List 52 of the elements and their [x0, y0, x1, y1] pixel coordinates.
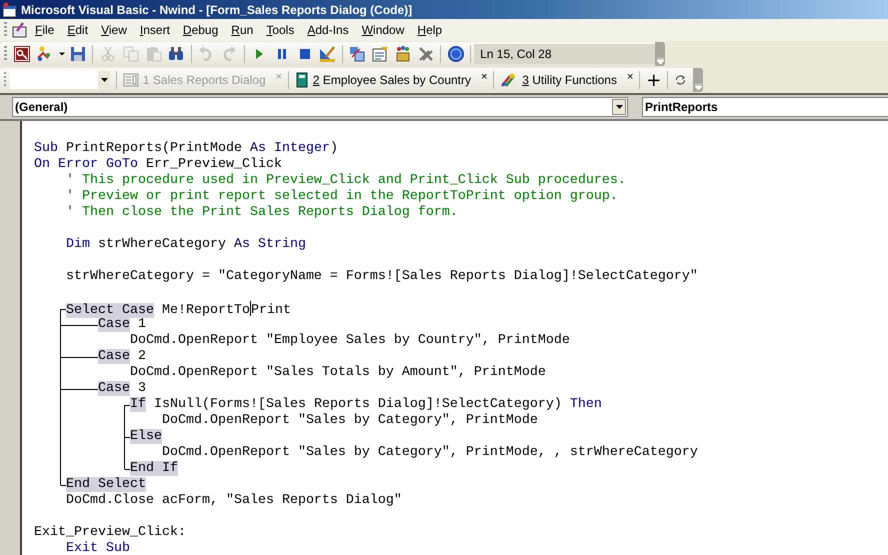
code-line: Case 3 — [97, 381, 147, 397]
menu-item[interactable]: View — [95, 21, 133, 39]
caret-icon — [616, 105, 622, 109]
code-line: DoCmd.OpenReport "Employee Sales by Country", PrintMode — [128, 333, 571, 349]
module-tab[interactable]: 3 Utility Functions × — [494, 69, 640, 91]
code-line: Sub PrintReports(PrintMode As Integer) — [34, 141, 339, 157]
objects-icon[interactable] — [394, 45, 412, 63]
dropdown-field[interactable] — [10, 71, 110, 89]
menu-item[interactable]: Add-Ins — [301, 21, 355, 39]
code-line: DoCmd.OpenReport "Sales by Category", PrintMode — [161, 413, 539, 429]
menu-item[interactable]: Tools — [260, 21, 300, 39]
code-line: Case 2 — [97, 349, 147, 365]
window-title: Microsoft Visual Basic - Nwind - [Form_Sales Reports Dialog (Code)] — [21, 2, 412, 16]
menu-item[interactable]: Window — [356, 21, 410, 39]
book-icon — [294, 72, 309, 88]
code-comment: ' This procedure used in Preview_Click and Print_Click Sub procedures. — [64, 173, 627, 189]
code-line: strWhereCategory = "CategoryName = Forms![Sales Reports Dialog]!SelectCategory" — [64, 269, 699, 285]
new-tab-button[interactable]: + — [640, 70, 668, 90]
key-icon[interactable] — [13, 45, 32, 63]
code-line: If IsNull(Forms![Sales Reports Dialog]!SelectCategory) Then — [128, 397, 603, 413]
menu-item[interactable]: Debug — [176, 21, 224, 39]
menu-item[interactable]: Run — [225, 21, 260, 39]
cursor-position: Ln 15, Col 28 — [474, 44, 655, 64]
object-dropdown[interactable]: (General) — [12, 97, 628, 117]
properties-icon[interactable] — [371, 45, 390, 63]
module-tab[interactable]: 2 Employee Sales by Country × — [288, 69, 494, 91]
code-line: On Error GoTo Err_Preview_Click — [34, 157, 283, 173]
code-line: DoCmd.Close acForm, "Sales Reports Dialog" — [64, 493, 403, 509]
caret-icon[interactable] — [58, 52, 65, 56]
menu-item[interactable]: Insert — [134, 21, 176, 39]
code-line: DoCmd.OpenReport "Sales by Category", PrintMode, , strWhereCategory — [160, 445, 699, 461]
code-line: Dim strWhereCategory As String — [64, 237, 307, 253]
refresh-icon[interactable] — [674, 73, 687, 87]
code-editor[interactable] — [22, 121, 888, 555]
code-line: Select Case Me!ReportToPrint — [65, 301, 292, 317]
help-icon[interactable] — [446, 45, 465, 63]
code-line: DoCmd.OpenReport "Sales Totals by Amount", PrintMode — [128, 365, 547, 381]
code-line: Exit Sub — [64, 541, 131, 555]
menu-item[interactable]: Help — [411, 21, 448, 39]
code-line: Case 1 — [97, 317, 147, 333]
menu-item[interactable]: File — [29, 21, 60, 39]
procedure-dropdown[interactable]: PrintReports — [642, 97, 888, 117]
save-icon[interactable] — [69, 45, 88, 63]
caret-icon — [100, 78, 108, 82]
ruler-pencil-icon[interactable] — [318, 45, 336, 63]
code-line: Exit_Preview_Click: — [34, 525, 187, 541]
code-comment: ' Preview or print report selected in the ReportToPrint option group. — [64, 189, 619, 205]
binoculars-icon[interactable] — [167, 45, 186, 63]
menu-item[interactable]: Edit — [61, 21, 94, 39]
form-icon — [122, 73, 139, 87]
app-icon — [2, 2, 18, 18]
code-comment: ' Then close the Print Sales Reports Dialog form. — [64, 205, 459, 221]
